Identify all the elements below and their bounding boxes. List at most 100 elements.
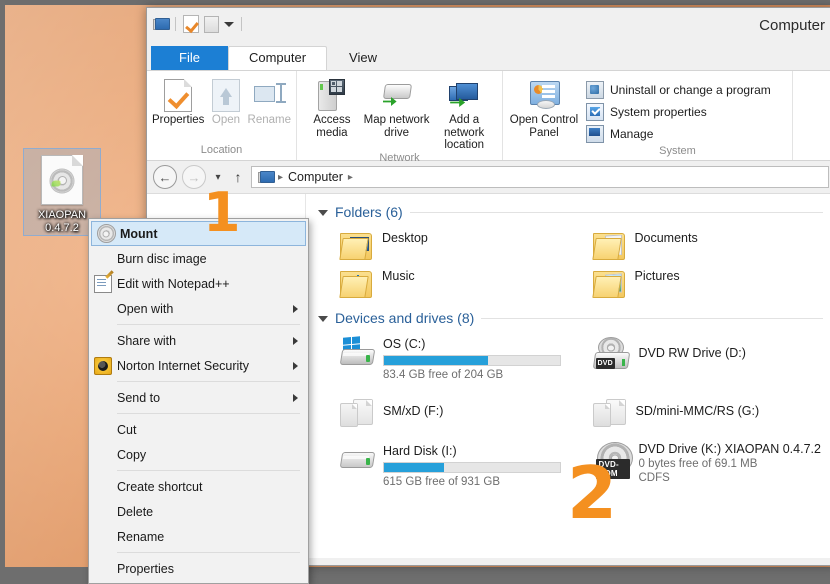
uninstall-program-button[interactable]: Uninstall or change a program (586, 79, 771, 101)
collapse-triangle-icon[interactable] (318, 210, 328, 216)
control-panel-icon (528, 81, 560, 109)
drive-item-sd-g[interactable]: SD/mini-MMC/RS (G:) (571, 387, 824, 434)
system-properties-button[interactable]: System properties (586, 101, 771, 123)
annotation-step-1: 1 (203, 186, 241, 240)
folder-music-icon (340, 269, 373, 297)
capacity-text: 83.4 GB free of 204 GB (383, 368, 561, 382)
menu-item-label: Create shortcut (117, 480, 308, 494)
menu-item-label: Send to (117, 391, 293, 405)
menu-item-norton-internet-security[interactable]: Norton Internet Security (89, 353, 308, 378)
quick-access-toolbar[interactable] (153, 15, 244, 33)
system-properties-icon (586, 103, 604, 121)
memory-card-icon (593, 399, 627, 429)
menu-item-properties[interactable]: Properties (89, 556, 308, 581)
menu-item-label: Norton Internet Security (117, 359, 293, 373)
divider (410, 212, 823, 213)
manage-button[interactable]: Manage (586, 123, 771, 145)
item-label: Documents (635, 231, 698, 246)
access-media-icon (318, 79, 345, 110)
computer-icon (258, 171, 273, 184)
add-network-location-button[interactable]: Add a network location (431, 75, 497, 152)
notepad-plus-plus-icon (94, 275, 112, 293)
back-button[interactable]: ← (153, 165, 177, 189)
properties-icon (164, 79, 192, 112)
folders-grid: Desktop Documents Music (318, 226, 823, 302)
breadcrumb[interactable]: ▸ Computer ▸ (251, 166, 829, 188)
menu-separator (117, 470, 300, 471)
ribbon-group-network: Access media Map network drive Add a net… (297, 71, 503, 160)
item-label: DVD Drive (K:) XIAOPAN 0.4.7.2 (639, 442, 821, 457)
menu-item-label: Edit with Notepad++ (117, 277, 308, 291)
open-button[interactable]: Open (204, 75, 247, 127)
open-control-panel-button[interactable]: Open Control Panel (508, 75, 580, 139)
menu-item-label: Cut (117, 423, 308, 437)
breadcrumb-separator[interactable]: ▸ (348, 172, 353, 183)
desktop-icon-label-name: XIAOPAN (38, 209, 86, 222)
item-label: Hard Disk (I:) (383, 444, 561, 459)
menu-item-label: Burn disc image (117, 252, 308, 266)
tab-file[interactable]: File (151, 46, 228, 70)
rename-button[interactable]: Rename (248, 75, 291, 127)
properties-icon[interactable] (183, 15, 199, 33)
menu-item-cut[interactable]: Cut (89, 417, 308, 442)
menu-separator (117, 413, 300, 414)
breadcrumb-item-computer[interactable]: Computer (288, 170, 343, 184)
list-item[interactable]: Documents (571, 226, 824, 264)
menu-item-label: Open with (117, 302, 293, 316)
menu-item-delete[interactable]: Delete (89, 499, 308, 524)
list-item[interactable]: Music (318, 264, 571, 302)
menu-item-send-to[interactable]: Send to (89, 385, 308, 410)
menu-item-share-with[interactable]: Share with (89, 328, 308, 353)
menu-item-mount[interactable]: Mount (91, 221, 306, 246)
map-network-drive-button-label: Map network drive (362, 114, 432, 139)
section-title-folders: Folders (6) (335, 204, 403, 220)
folder-icon[interactable] (204, 16, 219, 33)
map-network-drive-button[interactable]: Map network drive (362, 75, 432, 139)
dvd-badge: DVD (596, 358, 615, 369)
uninstall-program-icon (586, 81, 604, 99)
title-bar[interactable]: Computer (147, 8, 830, 46)
submenu-arrow-icon (293, 305, 298, 313)
tab-computer[interactable]: Computer (228, 46, 327, 70)
filesystem-text: CDFS (639, 471, 821, 485)
open-icon (212, 79, 240, 112)
separator (241, 17, 242, 31)
list-item[interactable]: Pictures (571, 264, 824, 302)
capacity-bar (383, 462, 561, 473)
menu-item-create-shortcut[interactable]: Create shortcut (89, 474, 308, 499)
menu-item-label: Share with (117, 334, 293, 348)
computer-icon[interactable] (153, 18, 168, 31)
customize-chevron-icon[interactable] (224, 22, 234, 27)
context-menu[interactable]: Mount Burn disc image Edit with Notepad+… (88, 218, 309, 584)
item-label: OS (C:) (383, 337, 561, 352)
capacity-bar (383, 355, 561, 366)
menu-item-open-with[interactable]: Open with (89, 296, 308, 321)
menu-item-burn-disc-image[interactable]: Burn disc image (89, 246, 308, 271)
ribbon-group-label-network: Network (302, 152, 497, 168)
drive-item-smxd-f[interactable]: SM/xD (F:) (318, 387, 571, 434)
section-header-folders[interactable]: Folders (6) (318, 204, 823, 220)
ribbon-group-location: Properties Open Rename Location (147, 71, 297, 160)
collapse-triangle-icon[interactable] (318, 316, 328, 322)
drive-item-dvd-rw-d[interactable]: DVD DVD RW Drive (D:) (571, 332, 824, 387)
drive-item-hard-disk-i[interactable]: Hard Disk (I:) 615 GB free of 931 GB (318, 434, 571, 494)
menu-item-label: Copy (117, 448, 308, 462)
rename-icon (254, 83, 284, 105)
item-label: Desktop (382, 231, 428, 246)
properties-button[interactable]: Properties (152, 75, 204, 127)
disc-icon (97, 224, 116, 243)
ribbon-tabs[interactable]: File Computer View (147, 46, 830, 70)
menu-item-edit-with-notepadpp[interactable]: Edit with Notepad++ (89, 271, 308, 296)
drive-item-os-c[interactable]: OS (C:) 83.4 GB free of 204 GB (318, 332, 571, 387)
folder-documents-icon (593, 231, 626, 259)
menu-separator (117, 552, 300, 553)
rename-button-label: Rename (248, 114, 291, 127)
list-item[interactable]: Desktop (318, 226, 571, 264)
section-header-devices[interactable]: Devices and drives (8) (318, 310, 823, 326)
divider (481, 318, 823, 319)
menu-item-copy[interactable]: Copy (89, 442, 308, 467)
menu-item-rename[interactable]: Rename (89, 524, 308, 549)
screen-frame-left (0, 0, 5, 573)
access-media-button[interactable]: Access media (302, 75, 362, 139)
tab-view[interactable]: View (327, 46, 399, 70)
